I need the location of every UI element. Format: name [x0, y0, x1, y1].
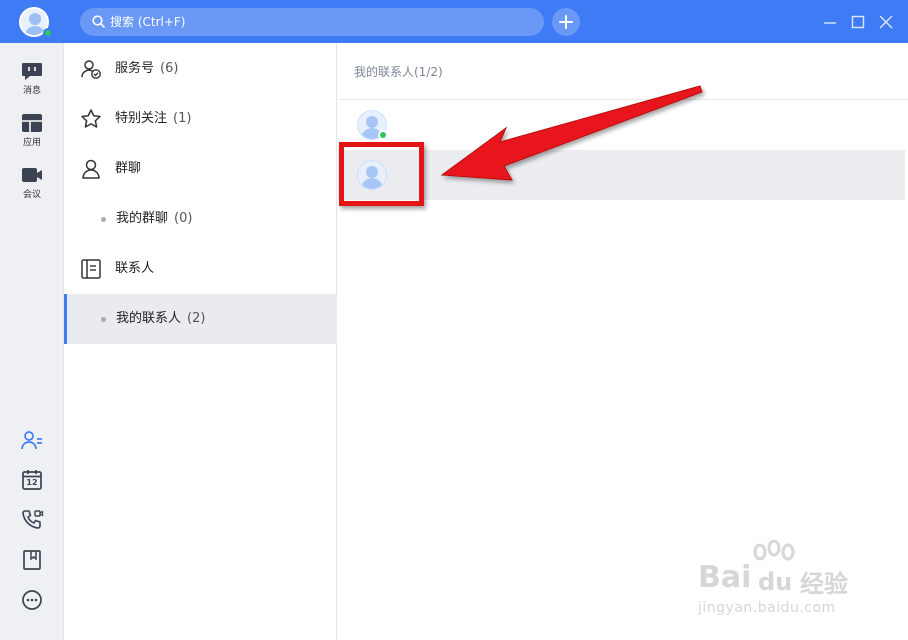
contacts-nav-panel: 服务号 (6) 特别关注 (1) 群聊 我的群聊 (0) 联系人 我的联系人 (2) [64, 43, 337, 640]
bullet-dot [101, 217, 106, 222]
nav-count-special-follow: (1) [173, 111, 192, 126]
watermark-brand-du: du [758, 568, 793, 596]
nav-item-contacts[interactable]: 联系人 [64, 244, 337, 294]
annotation-highlight-box [339, 142, 424, 206]
star-icon [81, 109, 101, 128]
contacts-book-icon [81, 259, 101, 279]
search-placeholder: 搜索 (Ctrl+F) [110, 15, 186, 29]
close-icon[interactable] [878, 14, 894, 30]
bullet-dot [101, 317, 106, 322]
minimize-icon[interactable] [822, 14, 838, 30]
nav-item-group-chats[interactable]: 群聊 [64, 144, 337, 194]
rail-label-apps: 应用 [22, 138, 41, 148]
nav-label-contacts: 联系人 [115, 261, 155, 276]
nav-item-special-follow[interactable]: 特别关注 (1) [64, 94, 337, 144]
watermark-jingyan: 经验 [800, 570, 848, 598]
maximize-icon[interactable] [850, 14, 866, 30]
rail-item-meeting[interactable]: 会议 [0, 165, 64, 213]
nav-count-my-groups: (0) [174, 211, 193, 226]
online-status-dot [43, 28, 53, 38]
nav-item-my-contacts[interactable]: 我的联系人 (2) [64, 294, 337, 344]
calendar-day: 12 [26, 478, 38, 487]
message-icon [22, 63, 42, 80]
nav-label-group-chats: 群聊 [115, 161, 142, 176]
baidu-jingyan-watermark: Bai du 经验 jingyan.baidu.com [696, 540, 866, 620]
call-icon[interactable] [20, 508, 44, 532]
watermark-url: jingyan.baidu.com [698, 600, 836, 616]
add-button[interactable] [552, 8, 580, 36]
title-bar: 搜索 (Ctrl+F) [0, 0, 908, 43]
rail-item-messages[interactable]: 消息 [0, 61, 64, 109]
nav-count-service-accounts: (6) [160, 61, 179, 76]
meeting-icon [22, 168, 42, 182]
nav-label-my-contacts: 我的联系人 [116, 311, 182, 326]
apps-icon [22, 114, 42, 132]
search-icon [92, 15, 105, 28]
nav-item-service-accounts[interactable]: 服务号 (6) [64, 44, 337, 94]
nav-label-service-accounts: 服务号 [115, 61, 155, 76]
calendar-icon[interactable]: 12 [20, 468, 44, 492]
plus-icon [559, 15, 573, 29]
nav-count-my-contacts: (2) [187, 311, 206, 326]
more-icon[interactable] [20, 588, 44, 612]
online-status-dot [378, 130, 388, 140]
rail-label-meeting: 会议 [22, 190, 41, 200]
nav-label-my-groups: 我的群聊 [116, 211, 169, 226]
rail-item-apps[interactable]: 应用 [0, 113, 64, 161]
watermark-brand: Bai [698, 560, 752, 595]
nav-label-special-follow: 特别关注 [115, 111, 168, 126]
contacts-icon[interactable] [20, 428, 44, 452]
service-account-icon [81, 60, 101, 79]
annotation-arrow [440, 85, 703, 181]
search-input[interactable]: 搜索 (Ctrl+F) [80, 8, 544, 36]
group-chat-icon [82, 159, 100, 179]
rail-label-messages: 消息 [22, 86, 41, 96]
nav-item-my-groups[interactable]: 我的群聊 (0) [64, 194, 337, 244]
bookmark-icon[interactable] [20, 548, 44, 572]
left-icon-rail: 消息 应用 会议 12 [0, 43, 64, 640]
